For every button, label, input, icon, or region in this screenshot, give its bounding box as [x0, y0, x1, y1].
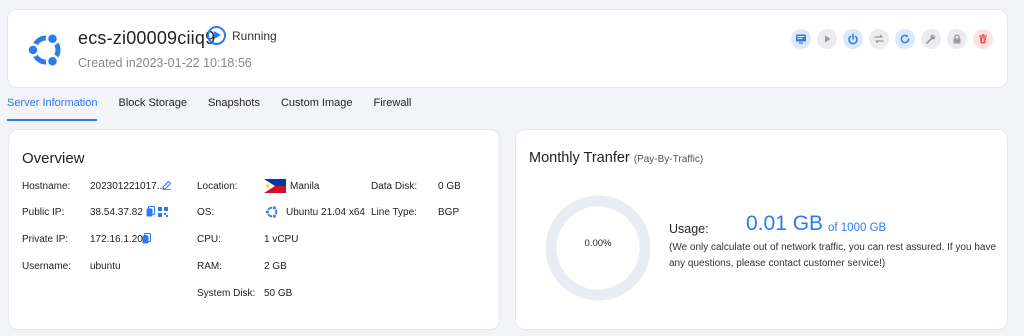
copy-icon[interactable]	[146, 206, 155, 217]
system-disk-label: System Disk:	[197, 288, 256, 299]
usage-percent: 0.00%	[584, 238, 612, 249]
status-indicator: Running	[207, 26, 277, 45]
tab-block-storage[interactable]: Block Storage	[118, 97, 186, 121]
delete-icon	[979, 34, 987, 44]
edit-icon[interactable]	[162, 180, 172, 190]
console-icon	[796, 34, 806, 44]
system-disk-value: 50 GB	[264, 288, 293, 299]
data-disk-label: Data Disk:	[371, 181, 418, 192]
lock-icon	[953, 34, 961, 44]
line-type-value: BGP	[438, 207, 460, 218]
philippines-flag-icon	[264, 179, 286, 193]
status-text: Running	[232, 28, 277, 43]
start-button[interactable]	[817, 29, 837, 49]
action-toolbar	[791, 29, 993, 49]
ram-label: RAM:	[197, 261, 222, 272]
public-ip-value: 38.54.37.82	[90, 207, 143, 218]
public-ip-label: Public IP:	[22, 207, 65, 218]
hostname-label: Hostname:	[22, 181, 71, 192]
lock-button[interactable]	[947, 29, 967, 49]
switch-button[interactable]	[869, 29, 889, 49]
server-header-card: ecs-zi00009ciiq9 Running Created in2023-…	[7, 9, 1008, 88]
private-ip-label: Private IP:	[22, 234, 69, 245]
ubuntu-os-icon	[264, 205, 278, 219]
private-ip-value: 172.16.1.201	[90, 234, 149, 245]
monthly-title-text: Monthly Tranfer	[529, 150, 630, 166]
monthly-title: Monthly Tranfer (Pay-By-Traffic)	[529, 150, 703, 166]
delete-button[interactable]	[973, 29, 993, 49]
usage-label: Usage:	[669, 222, 709, 236]
overview-title: Overview	[22, 150, 85, 167]
start-icon	[825, 35, 831, 43]
tab-custom-image[interactable]: Custom Image	[281, 97, 353, 121]
os-label: OS:	[197, 207, 215, 218]
power-icon	[848, 33, 858, 45]
console-button[interactable]	[791, 29, 811, 49]
monthly-subtitle: (Pay-By-Traffic)	[633, 154, 704, 165]
overview-card: Overview Hostname: 202301221017... Publi…	[8, 129, 500, 330]
settings-button[interactable]	[921, 29, 941, 49]
username-label: Username:	[22, 261, 71, 272]
cpu-value: 1 vCPU	[264, 234, 299, 245]
location-value: Manila	[290, 181, 320, 192]
os-value: Ubuntu 21.04 x64	[286, 207, 365, 218]
usage-note: (We only calculate out of network traffi…	[669, 242, 997, 269]
switch-icon	[874, 34, 884, 44]
ram-value: 2 GB	[264, 261, 287, 272]
power-button[interactable]	[843, 29, 863, 49]
line-type-label: Line Type:	[371, 207, 417, 218]
created-time: Created in2023-01-22 10:18:56	[78, 56, 252, 70]
username-value: ubuntu	[90, 261, 121, 272]
cpu-label: CPU:	[197, 234, 221, 245]
location-label: Location:	[197, 181, 238, 192]
restart-icon	[900, 34, 910, 44]
tab-snapshots[interactable]: Snapshots	[208, 97, 260, 121]
detail-tabs: Server Information Block Storage Snapsho…	[7, 97, 432, 121]
qr-code-icon[interactable]	[158, 207, 168, 217]
usage-value: 0.01 GB	[746, 212, 824, 235]
hostname-value: 202301221017...	[90, 181, 166, 192]
usage-total: of 1000 GB	[828, 222, 887, 234]
monthly-transfer-card: Monthly Tranfer (Pay-By-Traffic) 0.00% Us…	[515, 129, 1008, 330]
tab-firewall[interactable]: Firewall	[373, 97, 411, 121]
tab-server-information[interactable]: Server Information	[7, 97, 98, 121]
data-disk-value: 0 GB	[438, 181, 461, 192]
ubuntu-logo-icon	[26, 31, 61, 69]
running-play-icon	[207, 26, 226, 45]
copy-icon[interactable]	[142, 233, 151, 244]
restart-button[interactable]	[895, 29, 915, 49]
settings-wrench-icon	[926, 34, 936, 44]
server-name: ecs-zi00009ciiq9	[78, 28, 216, 48]
